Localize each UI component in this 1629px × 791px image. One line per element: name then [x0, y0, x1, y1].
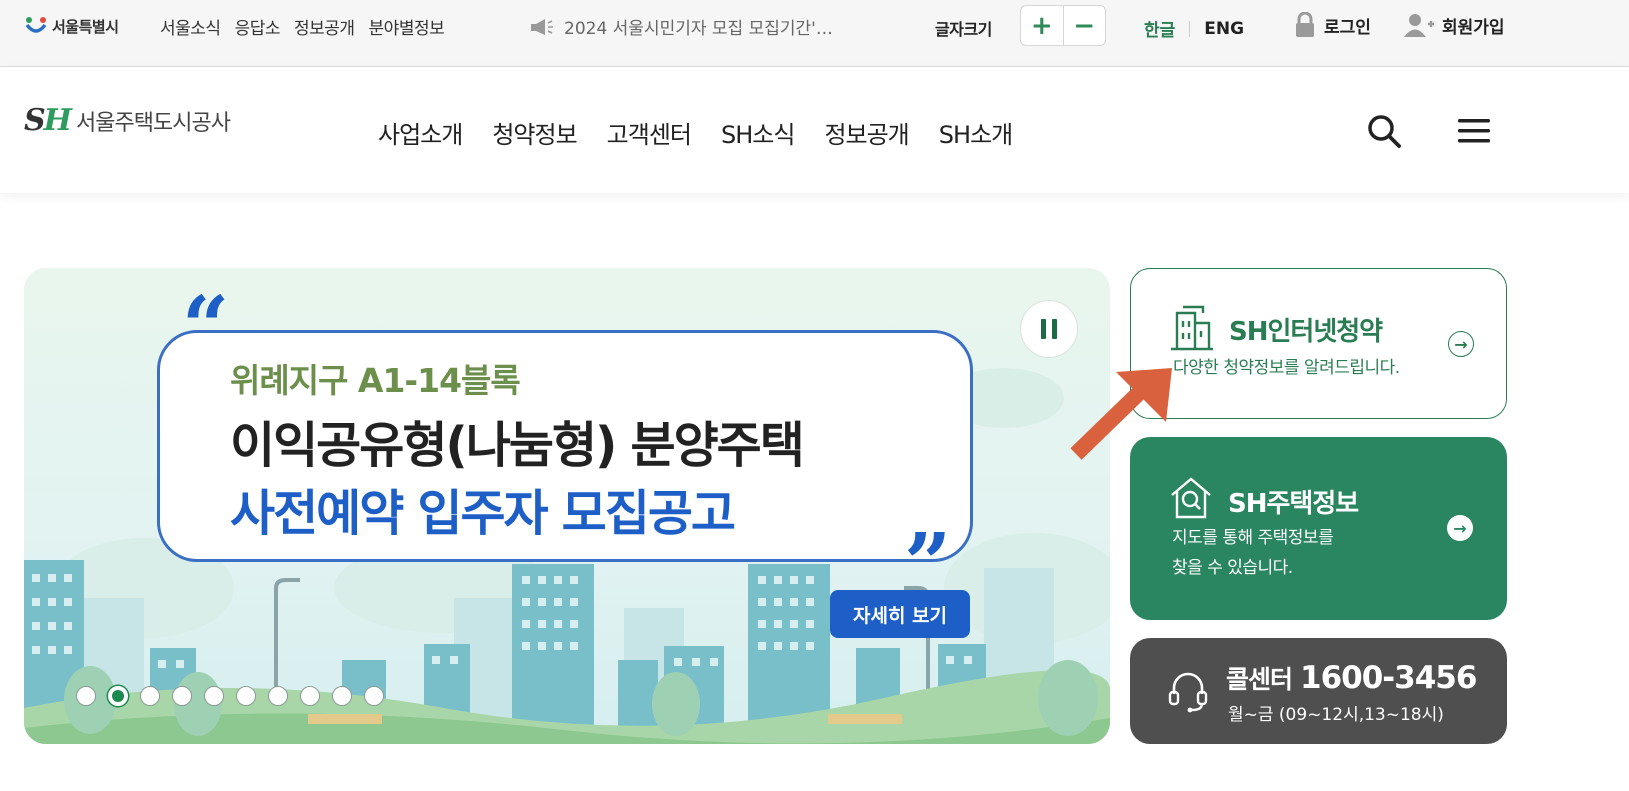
slider-dot[interactable]	[236, 686, 256, 706]
call-center-number: 1600-3456	[1300, 660, 1477, 696]
signup-link[interactable]: 회원가입	[1404, 12, 1505, 38]
util-link-disclosure[interactable]: 정보공개	[294, 14, 355, 39]
slider-pagination	[76, 686, 384, 706]
sh-logo-mark-text: SH	[24, 103, 72, 138]
slider-pause-button[interactable]	[1020, 300, 1078, 358]
menu-icon[interactable]	[1458, 117, 1490, 145]
pause-icon-bar	[1041, 319, 1046, 339]
call-center-name: 콜센터	[1226, 665, 1293, 694]
call-center-hours: 월~금 (09~12시,13~18시)	[1228, 705, 1444, 725]
card-apply-title: SH인터넷청약	[1229, 317, 1383, 347]
search-icon[interactable]	[1367, 114, 1401, 148]
nav-item-sh-news[interactable]: SH소식	[721, 115, 795, 150]
arrow-right-icon: →	[1448, 331, 1474, 357]
login-link[interactable]: 로그인	[1294, 12, 1371, 38]
utility-links: 서울소식 응답소 정보공개 분야별정보	[160, 14, 445, 39]
slider-dot[interactable]	[204, 686, 224, 706]
slider-dot[interactable]	[300, 686, 320, 706]
hero-detail-button[interactable]: 자세히 보기	[830, 590, 970, 638]
seoul-logo[interactable]: 서울특별시	[24, 12, 119, 40]
global-nav: 사업소개 청약정보 고객센터 SH소식 정보공개 SH소개	[378, 115, 1013, 150]
lock-icon	[1296, 12, 1314, 37]
sh-logo-mark-h: H	[43, 103, 72, 138]
util-link-field-info[interactable]: 분야별정보	[369, 14, 445, 39]
card-housing-desc-line1: 지도를 통해 주택정보를	[1172, 528, 1334, 548]
card-apply-desc: 다양한 청약정보를 알려드립니다.	[1173, 358, 1400, 378]
nav-item-business[interactable]: 사업소개	[378, 115, 463, 150]
card-internet-subscription[interactable]: SH인터넷청약 다양한 청약정보를 알려드립니다. →	[1130, 268, 1507, 419]
hero-subtitle: 위례지구 A1-14블록	[230, 361, 521, 400]
font-size-control: + −	[1020, 5, 1106, 46]
card-call-center[interactable]: 콜센터 1600-3456 월~금 (09~12시,13~18시)	[1130, 638, 1507, 744]
lang-korean-link[interactable]: 한글	[1144, 16, 1175, 41]
hero-title-line2: 사전예약 입주자 모집공고	[230, 485, 736, 542]
slider-dot[interactable]	[76, 686, 96, 706]
signup-label: 회원가입	[1442, 17, 1505, 38]
util-link-seoul-news[interactable]: 서울소식	[160, 14, 221, 39]
lang-divider	[1189, 20, 1191, 37]
util-link-response[interactable]: 응답소	[235, 14, 281, 39]
nav-item-about[interactable]: SH소개	[939, 115, 1013, 150]
login-label: 로그인	[1324, 17, 1371, 38]
card-housing-info[interactable]: SH주택정보 지도를 통해 주택정보를 찾을 수 있습니다. →	[1130, 437, 1507, 620]
lang-english-link[interactable]: ENG	[1204, 19, 1244, 39]
font-decrease-button[interactable]: −	[1062, 6, 1106, 45]
card-housing-desc: 지도를 통해 주택정보를 찾을 수 있습니다.	[1172, 523, 1334, 583]
nav-item-customer-center[interactable]: 고객센터	[607, 115, 692, 150]
nav-item-subscription[interactable]: 청약정보	[492, 115, 577, 150]
call-center-label: 콜센터 1600-3456	[1226, 660, 1477, 696]
slider-dot[interactable]	[364, 686, 384, 706]
slider-dot[interactable]	[268, 686, 288, 706]
seoul-logo-icon	[25, 17, 47, 33]
notice-ticker[interactable]: 2024 서울시민기자 모집 모집기간'…	[530, 14, 833, 39]
language-switch: 한글 ENG	[1144, 16, 1244, 42]
sh-logo[interactable]: SH 서울주택도시공사	[24, 103, 231, 138]
slider-dot[interactable]	[172, 686, 192, 706]
card-housing-desc-line2: 찾을 수 있습니다.	[1172, 558, 1293, 578]
slider-dot[interactable]	[332, 686, 352, 706]
card-housing-title: SH주택정보	[1228, 489, 1359, 519]
font-size-label: 글자크기	[935, 20, 992, 39]
nav-item-disclosure[interactable]: 정보공개	[824, 115, 909, 150]
hero-title-line1: 이익공유형(나눔형) 분양주택	[230, 417, 805, 474]
house-search-icon	[1171, 477, 1211, 519]
font-increase-button[interactable]: +	[1021, 6, 1063, 45]
ticker-text: 2024 서울시민기자 모집 모집기간'…	[564, 19, 833, 39]
utility-bar: 서울특별시 서울소식 응답소 정보공개 분야별정보 2024 서울시민기자 모집…	[0, 0, 1629, 67]
pointer-arrow-icon	[1070, 368, 1172, 460]
quote-open-icon: “	[182, 279, 230, 375]
arrow-right-icon: →	[1447, 515, 1473, 541]
headset-icon	[1168, 672, 1208, 713]
user-plus-icon	[1404, 14, 1434, 37]
pause-icon-bar	[1052, 319, 1057, 339]
main-header: SH 서울주택도시공사 사업소개 청약정보 고객센터 SH소식 정보공개 SH소…	[0, 67, 1629, 193]
seoul-logo-label: 서울특별시	[52, 17, 119, 36]
sh-logo-name: 서울주택도시공사	[76, 110, 231, 136]
sh-logo-mark: SH	[24, 103, 72, 138]
slider-dot-active[interactable]	[108, 686, 128, 706]
slider-dot[interactable]	[140, 686, 160, 706]
hero-banner[interactable]: “ ” 위례지구 A1-14블록 이익공유형(나눔형) 분양주택 사전예약 입주…	[24, 268, 1110, 744]
building-icon	[1171, 305, 1213, 351]
megaphone-icon	[531, 18, 553, 35]
